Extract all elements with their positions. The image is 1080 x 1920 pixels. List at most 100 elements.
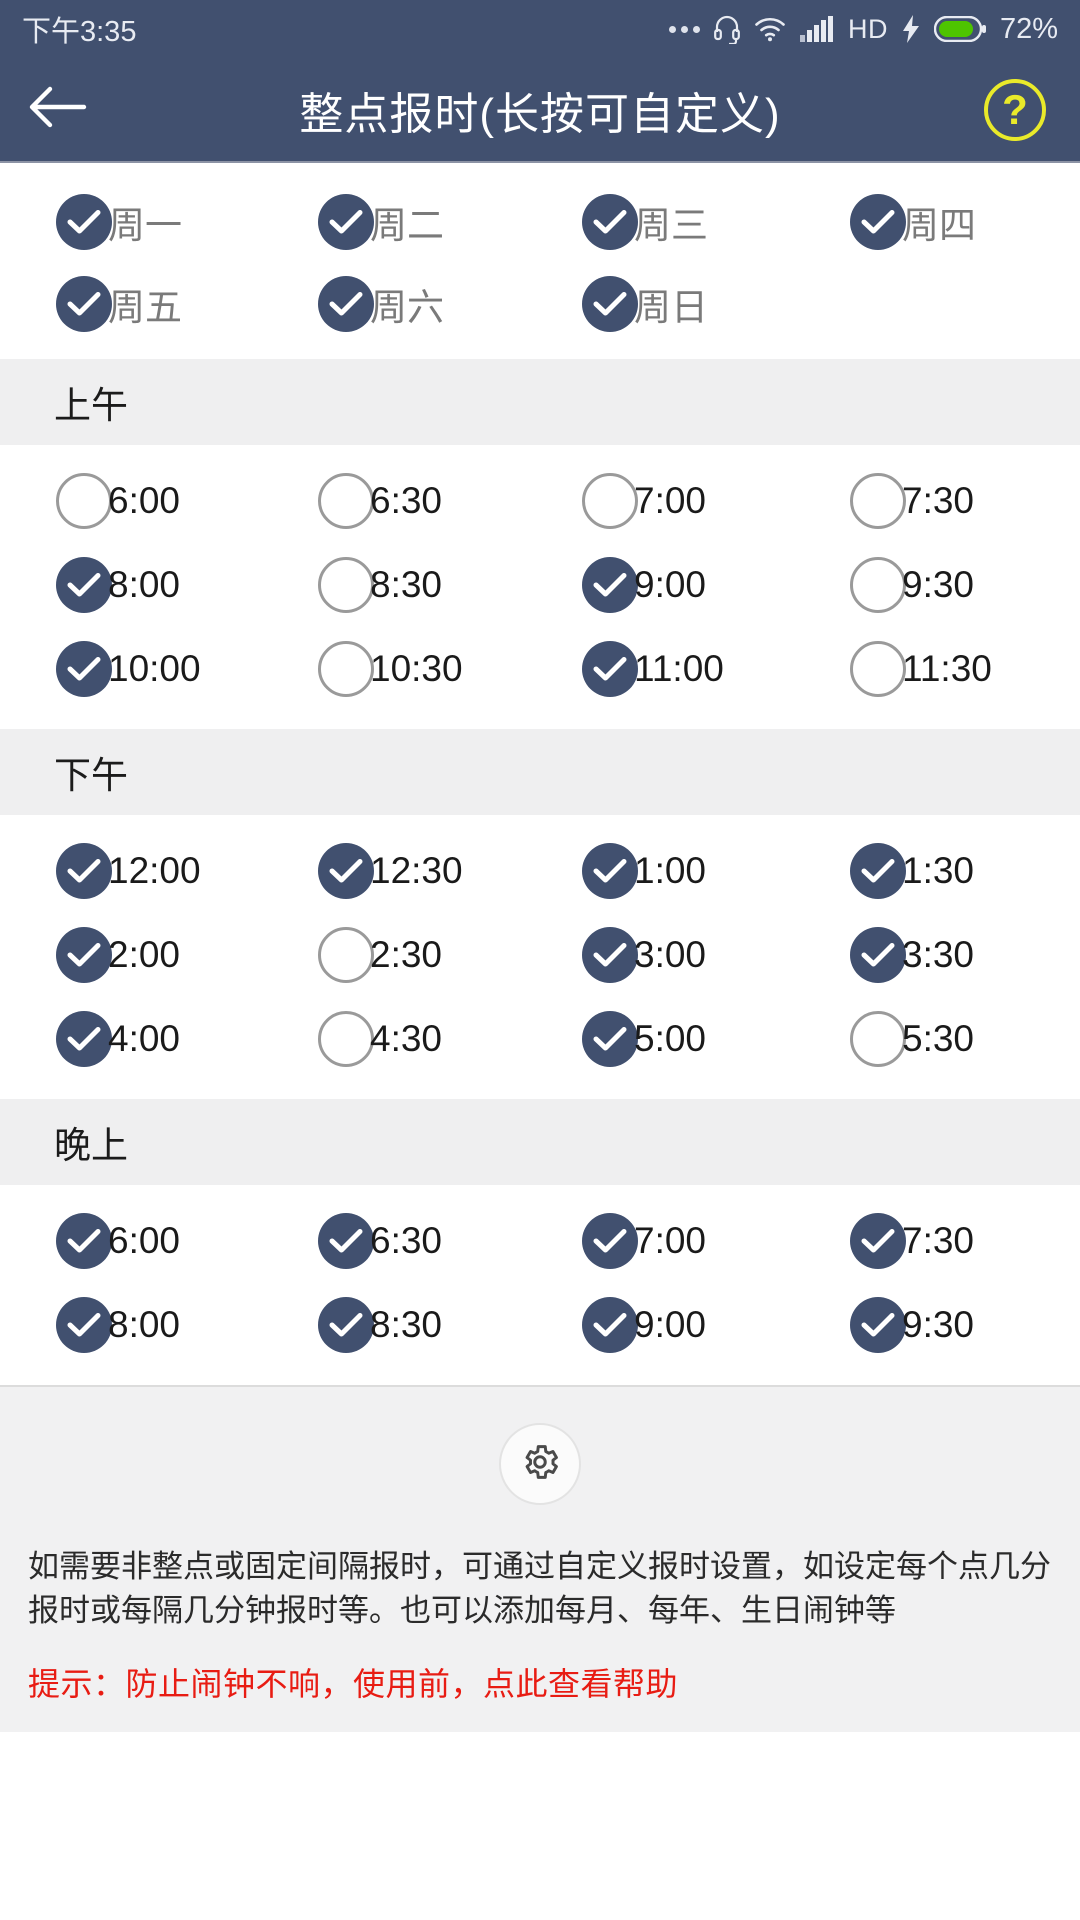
time-label: 7:00 xyxy=(634,480,707,521)
footer-tip-link[interactable]: 提示：防止闹钟不响，使用前，点此查看帮助 xyxy=(0,1659,1080,1705)
weekday-option[interactable]: 周二 xyxy=(270,181,540,263)
checkbox-unchecked-icon[interactable] xyxy=(850,473,906,529)
time-option[interactable]: 3:00 xyxy=(540,913,810,997)
time-option[interactable]: 6:30 xyxy=(270,1199,540,1283)
page-title: 整点报时(长按可自定义) xyxy=(299,89,781,139)
weekday-option[interactable]: 周一 xyxy=(0,181,270,263)
time-option[interactable]: 8:30 xyxy=(270,1283,540,1367)
weekday-label: 周六 xyxy=(370,287,444,328)
time-option[interactable]: 7:00 xyxy=(540,459,810,543)
checkbox-checked-icon[interactable] xyxy=(56,557,112,613)
checkbox-unchecked-icon[interactable] xyxy=(318,1011,374,1067)
checkbox-checked-icon[interactable] xyxy=(582,194,638,250)
time-label: 3:00 xyxy=(634,934,707,975)
checkbox-checked-icon[interactable] xyxy=(582,1213,638,1269)
checkbox-checked-icon[interactable] xyxy=(318,276,374,332)
time-option[interactable]: 1:00 xyxy=(540,829,810,913)
weekday-option[interactable]: 周三 xyxy=(540,181,810,263)
time-label: 12:30 xyxy=(370,850,463,891)
time-option[interactable]: 10:30 xyxy=(270,627,540,711)
headset-icon xyxy=(714,14,740,44)
time-option[interactable]: 9:00 xyxy=(540,1283,810,1367)
time-label: 1:30 xyxy=(902,850,975,891)
time-option[interactable]: 5:30 xyxy=(810,997,1080,1081)
weekday-option[interactable]: 周四 xyxy=(810,181,1080,263)
question-mark-icon: ? xyxy=(1002,85,1028,133)
checkbox-checked-icon[interactable] xyxy=(56,1011,112,1067)
weekday-option[interactable]: 周五 xyxy=(0,263,270,345)
checkbox-checked-icon[interactable] xyxy=(582,1011,638,1067)
time-option[interactable]: 11:00 xyxy=(540,627,810,711)
checkbox-checked-icon[interactable] xyxy=(582,557,638,613)
checkbox-checked-icon[interactable] xyxy=(850,1297,906,1353)
checkbox-checked-icon[interactable] xyxy=(582,641,638,697)
time-option[interactable]: 8:30 xyxy=(270,543,540,627)
checkbox-checked-icon[interactable] xyxy=(850,843,906,899)
time-option[interactable]: 4:30 xyxy=(270,997,540,1081)
more-dots-icon xyxy=(668,25,700,33)
time-option[interactable]: 7:30 xyxy=(810,459,1080,543)
time-option[interactable]: 3:30 xyxy=(810,913,1080,997)
time-option[interactable]: 2:30 xyxy=(270,913,540,997)
time-label: 1:00 xyxy=(634,850,707,891)
checkbox-checked-icon[interactable] xyxy=(56,276,112,332)
checkbox-unchecked-icon[interactable] xyxy=(850,1011,906,1067)
checkbox-checked-icon[interactable] xyxy=(56,1297,112,1353)
checkbox-unchecked-icon[interactable] xyxy=(850,557,906,613)
time-option[interactable]: 9:30 xyxy=(810,1283,1080,1367)
checkbox-checked-icon[interactable] xyxy=(318,843,374,899)
checkbox-unchecked-icon[interactable] xyxy=(850,641,906,697)
checkbox-checked-icon[interactable] xyxy=(318,1297,374,1353)
time-option[interactable]: 11:30 xyxy=(810,627,1080,711)
checkbox-checked-icon[interactable] xyxy=(850,1213,906,1269)
checkbox-checked-icon[interactable] xyxy=(582,843,638,899)
checkbox-unchecked-icon[interactable] xyxy=(318,557,374,613)
checkbox-unchecked-icon[interactable] xyxy=(56,473,112,529)
checkbox-checked-icon[interactable] xyxy=(850,194,906,250)
weekday-option[interactable]: 周日 xyxy=(540,263,810,345)
time-option[interactable]: 7:00 xyxy=(540,1199,810,1283)
time-option[interactable]: 12:00 xyxy=(0,829,270,913)
back-button[interactable] xyxy=(0,83,118,136)
time-label: 7:00 xyxy=(634,1220,707,1261)
checkbox-checked-icon[interactable] xyxy=(56,641,112,697)
time-option[interactable]: 6:30 xyxy=(270,459,540,543)
checkbox-unchecked-icon[interactable] xyxy=(318,473,374,529)
weekday-option[interactable]: 周六 xyxy=(270,263,540,345)
time-option[interactable]: 2:00 xyxy=(0,913,270,997)
time-label: 8:30 xyxy=(370,1304,443,1345)
time-grid: 6:00 6:30 7:00 7:30 8:00 8:30 9:00 9:30 10:00 10:… xyxy=(0,459,1080,711)
time-option[interactable]: 1:30 xyxy=(810,829,1080,913)
checkbox-checked-icon[interactable] xyxy=(56,927,112,983)
checkbox-checked-icon[interactable] xyxy=(56,843,112,899)
time-option[interactable]: 9:00 xyxy=(540,543,810,627)
hd-icon: HD xyxy=(847,13,888,44)
section-header: 上午 xyxy=(0,359,1080,445)
time-label: 5:00 xyxy=(634,1018,707,1059)
checkbox-checked-icon[interactable] xyxy=(582,927,638,983)
checkbox-checked-icon[interactable] xyxy=(56,1213,112,1269)
checkbox-checked-icon[interactable] xyxy=(582,1297,638,1353)
checkbox-unchecked-icon[interactable] xyxy=(582,473,638,529)
time-option[interactable]: 7:30 xyxy=(810,1199,1080,1283)
time-option[interactable]: 9:30 xyxy=(810,543,1080,627)
time-option[interactable]: 8:00 xyxy=(0,543,270,627)
checkbox-checked-icon[interactable] xyxy=(850,927,906,983)
time-label: 11:00 xyxy=(634,648,724,689)
time-option[interactable]: 10:00 xyxy=(0,627,270,711)
time-option[interactable]: 12:30 xyxy=(270,829,540,913)
checkbox-unchecked-icon[interactable] xyxy=(318,927,374,983)
help-button[interactable]: ? xyxy=(984,78,1046,141)
time-option[interactable]: 4:00 xyxy=(0,997,270,1081)
checkbox-checked-icon[interactable] xyxy=(318,194,374,250)
time-option[interactable]: 6:00 xyxy=(0,1199,270,1283)
custom-settings-button[interactable] xyxy=(499,1423,581,1505)
checkbox-checked-icon[interactable] xyxy=(56,194,112,250)
checkbox-unchecked-icon[interactable] xyxy=(318,641,374,697)
time-option[interactable]: 6:00 xyxy=(0,459,270,543)
weekday-label: 周一 xyxy=(108,205,182,246)
checkbox-checked-icon[interactable] xyxy=(582,276,638,332)
checkbox-checked-icon[interactable] xyxy=(318,1213,374,1269)
time-option[interactable]: 8:00 xyxy=(0,1283,270,1367)
time-option[interactable]: 5:00 xyxy=(540,997,810,1081)
